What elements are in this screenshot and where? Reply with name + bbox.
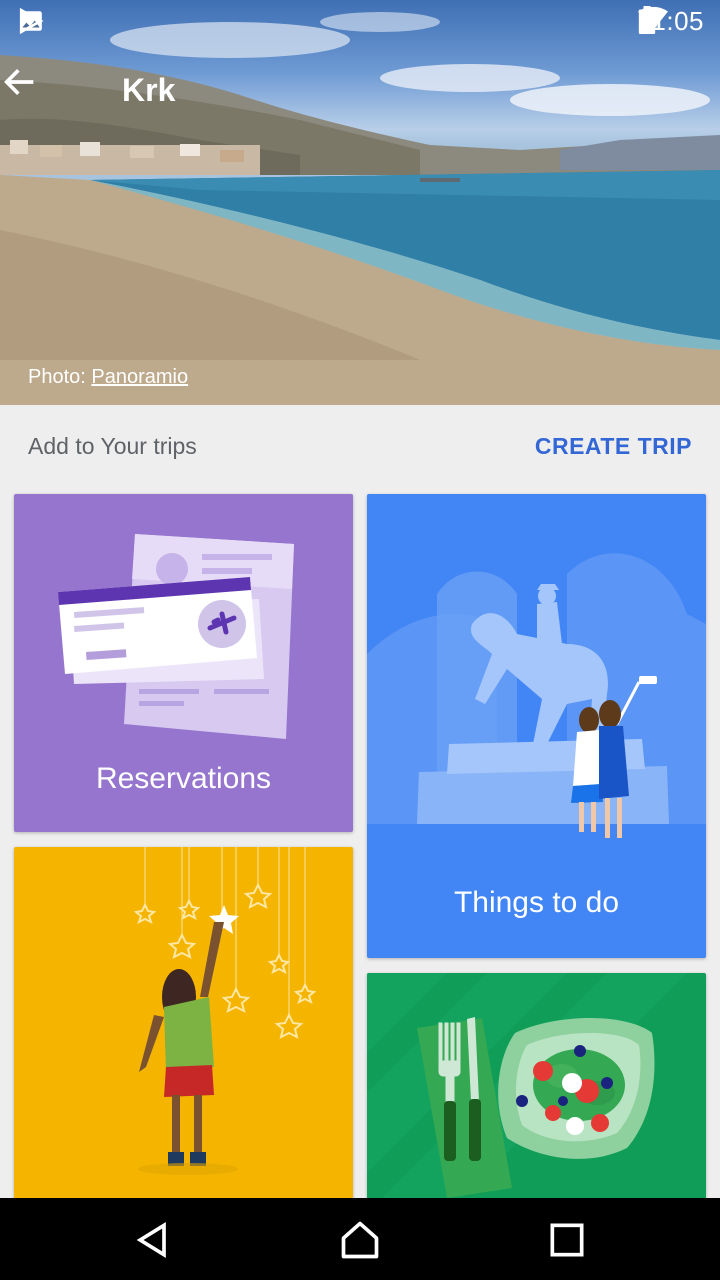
- photo-credit-link[interactable]: Panoramio: [91, 366, 188, 388]
- food-salad-illustration: [367, 973, 687, 1213]
- app-bar: Krk: [0, 62, 720, 118]
- play-store-check-icon: [19, 8, 44, 34]
- back-arrow-icon[interactable]: [0, 62, 40, 102]
- status-bar: 11:05: [0, 0, 720, 48]
- saved-places-card[interactable]: [14, 847, 353, 1207]
- girl-reaching-stars-illustration: [133, 847, 317, 1175]
- things-to-do-card[interactable]: Things to do: [367, 494, 706, 958]
- section-label: Add to Your trips: [28, 433, 197, 459]
- things-to-do-label: Things to do: [453, 886, 620, 919]
- hero-photo: 11:05 Krk Photo: Panoramio: [0, 0, 720, 405]
- food-drink-card[interactable]: [367, 973, 706, 1213]
- photo-credit-prefix: Photo:: [28, 366, 92, 388]
- battery-icon: [639, 6, 656, 34]
- reservations-card[interactable]: Reservations: [14, 494, 353, 832]
- photo-credit: Photo: Panoramio: [28, 366, 188, 389]
- add-to-trips-row: Add to Your trips CREATE TRIP: [0, 405, 720, 489]
- create-trip-button[interactable]: CREATE TRIP: [535, 433, 692, 460]
- nav-back-icon[interactable]: [131, 1218, 175, 1262]
- reservations-label: Reservations: [95, 762, 272, 795]
- system-navigation-bar: [0, 1198, 720, 1280]
- nav-recents-icon[interactable]: [545, 1218, 589, 1262]
- beach-photo: [0, 12, 720, 405]
- nav-home-icon[interactable]: [338, 1218, 382, 1262]
- page-title: Krk: [122, 72, 176, 108]
